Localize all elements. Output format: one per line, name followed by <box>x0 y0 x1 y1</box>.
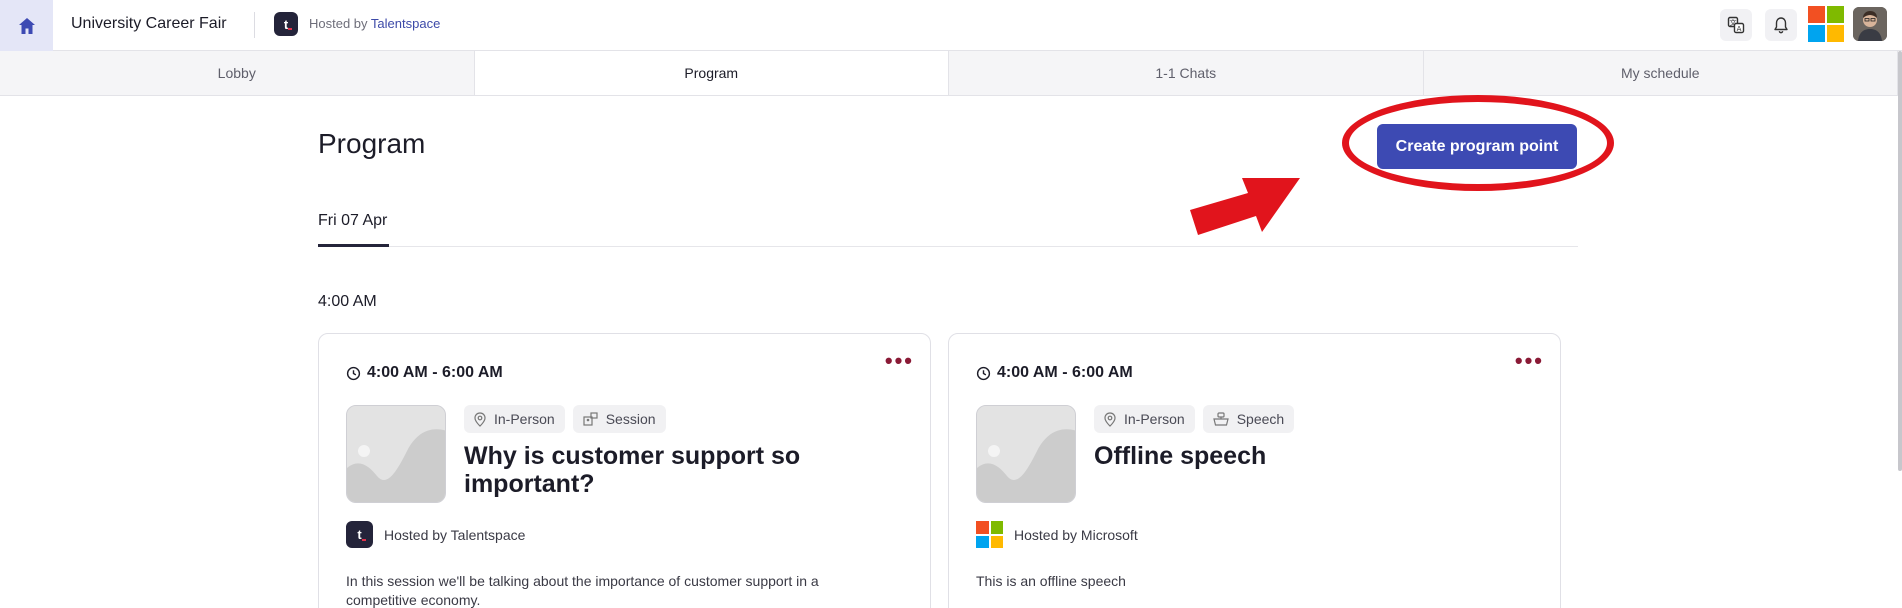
hosted-by-text: Hosted by Talentspace <box>309 16 440 31</box>
card-host: t Hosted by Talentspace <box>346 521 525 548</box>
microsoft-logo <box>976 521 1003 548</box>
card-time-text: 4:00 AM - 6:00 AM <box>367 364 503 381</box>
translate-icon: 文 A <box>1727 16 1745 34</box>
card-time-range: 4:00 AM - 6:00 AM <box>346 364 503 382</box>
clock-icon <box>976 366 991 380</box>
day-tabs-divider <box>318 246 1578 247</box>
card-host-text: Hosted by Microsoft <box>1014 526 1138 543</box>
card-description: In this session we'll be talking about t… <box>346 573 819 608</box>
card-title[interactable]: Offline speech <box>1094 442 1534 470</box>
location-pin-icon <box>474 411 486 427</box>
more-dots-icon[interactable]: ••• <box>1515 348 1544 374</box>
card-title[interactable]: Why is customer support so important? <box>464 442 904 498</box>
host-logo: t <box>274 12 298 36</box>
day-tab-selected[interactable]: Fri 07 Apr <box>318 212 387 230</box>
home-icon <box>18 17 35 34</box>
tab-lobby[interactable]: Lobby <box>0 51 475 95</box>
day-tab-indicator <box>318 244 389 247</box>
more-dots-icon[interactable]: ••• <box>885 348 914 374</box>
main-tabs: Lobby Program 1-1 Chats My schedule <box>0 51 1898 96</box>
program-card[interactable]: 4:00 AM - 6:00 AM ••• In-Person Session … <box>318 333 931 608</box>
time-slot-heading: 4:00 AM <box>318 293 377 310</box>
card-tags: In-Person Speech <box>1094 405 1295 433</box>
organization-logo[interactable] <box>1808 6 1844 42</box>
tab-program[interactable]: Program <box>474 51 949 95</box>
card-description: This is an offline speech <box>976 573 1126 589</box>
annotation-ellipse <box>1342 95 1614 191</box>
location-pin-icon <box>1104 411 1116 427</box>
clock-icon <box>346 366 361 380</box>
tag-location: In-Person <box>1094 405 1195 433</box>
program-card[interactable]: 4:00 AM - 6:00 AM ••• In-Person Speech O… <box>948 333 1561 608</box>
tag-location-label: In-Person <box>494 411 555 427</box>
translate-button[interactable]: 文 A <box>1720 9 1752 41</box>
host-name-link[interactable]: Talentspace <box>371 16 440 31</box>
page-title: Program <box>318 128 426 159</box>
card-time-text: 4:00 AM - 6:00 AM <box>997 364 1133 381</box>
session-icon <box>583 412 598 426</box>
event-title[interactable]: University Career Fair <box>71 15 227 33</box>
card-host-text: Hosted by Talentspace <box>384 526 526 543</box>
tag-type: Speech <box>1202 405 1295 433</box>
card-host: Hosted by Microsoft <box>976 521 1138 548</box>
tag-location: In-Person <box>464 405 565 433</box>
header-divider <box>254 12 255 38</box>
tag-type-label: Speech <box>1236 411 1285 427</box>
annotation-arrow-icon <box>1190 178 1300 235</box>
speech-icon <box>1212 412 1229 426</box>
svg-text:A: A <box>1737 25 1742 33</box>
card-time-range: 4:00 AM - 6:00 AM <box>976 364 1133 382</box>
user-avatar[interactable] <box>1853 7 1887 41</box>
bell-icon <box>1774 17 1788 34</box>
tag-type: Session <box>572 405 666 433</box>
card-image-placeholder <box>976 405 1076 503</box>
page-scrollbar[interactable] <box>1898 51 1902 471</box>
tag-location-label: In-Person <box>1124 411 1185 427</box>
tab-1-1-chats[interactable]: 1-1 Chats <box>949 51 1424 95</box>
home-button[interactable] <box>0 0 53 51</box>
image-placeholder-icon <box>977 406 1075 502</box>
tag-type-label: Session <box>605 411 656 427</box>
tab-my-schedule[interactable]: My schedule <box>1423 51 1898 95</box>
top-bar: University Career Fair t Hosted by Talen… <box>0 0 1902 51</box>
image-placeholder-icon <box>347 406 445 502</box>
talentspace-logo: t <box>346 521 373 548</box>
avatar-icon <box>1853 7 1887 41</box>
hosted-by-prefix: Hosted by <box>309 16 371 31</box>
card-tags: In-Person Session <box>464 405 666 433</box>
card-image-placeholder <box>346 405 446 503</box>
notifications-button[interactable] <box>1765 9 1797 41</box>
